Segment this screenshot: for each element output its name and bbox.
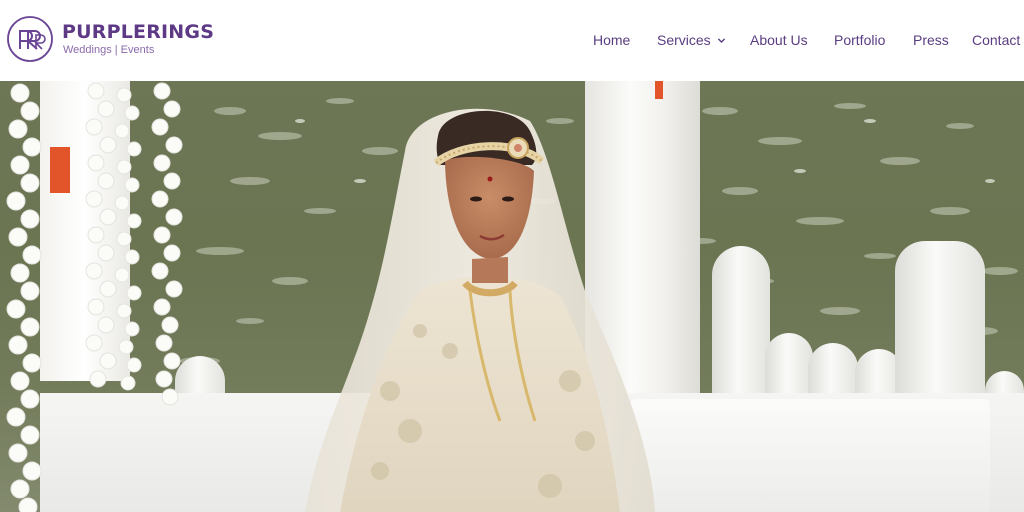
nav-home-label: Home (593, 32, 631, 48)
nav-press[interactable]: Press (913, 31, 949, 49)
nav-about-us-label: About Us (750, 32, 808, 48)
white-post (712, 246, 770, 401)
white-post (895, 241, 985, 403)
white-platform-cushion (630, 399, 990, 512)
bride-figure (305, 108, 655, 512)
flower-garlands (6, 82, 183, 512)
nav-contact[interactable]: Contact (972, 31, 1020, 49)
nav-home[interactable]: Home (593, 31, 630, 49)
site-header: PURPLERINGS Weddings | Events Home Servi… (0, 0, 1024, 81)
hero-image (0, 81, 1024, 512)
nav-portfolio[interactable]: Portfolio (834, 31, 885, 49)
nav-portfolio-label: Portfolio (834, 32, 886, 48)
nav-press-label: Press (913, 32, 949, 48)
chevron-down-icon (717, 37, 725, 43)
nav-services[interactable]: Services (657, 31, 726, 49)
nav-contact-label: Contact (972, 32, 1021, 48)
main-nav: Home Services About Us Portfolio Press C… (0, 31, 1024, 51)
nav-services-label: Services (657, 32, 711, 48)
nav-about-us[interactable]: About Us (750, 31, 808, 49)
